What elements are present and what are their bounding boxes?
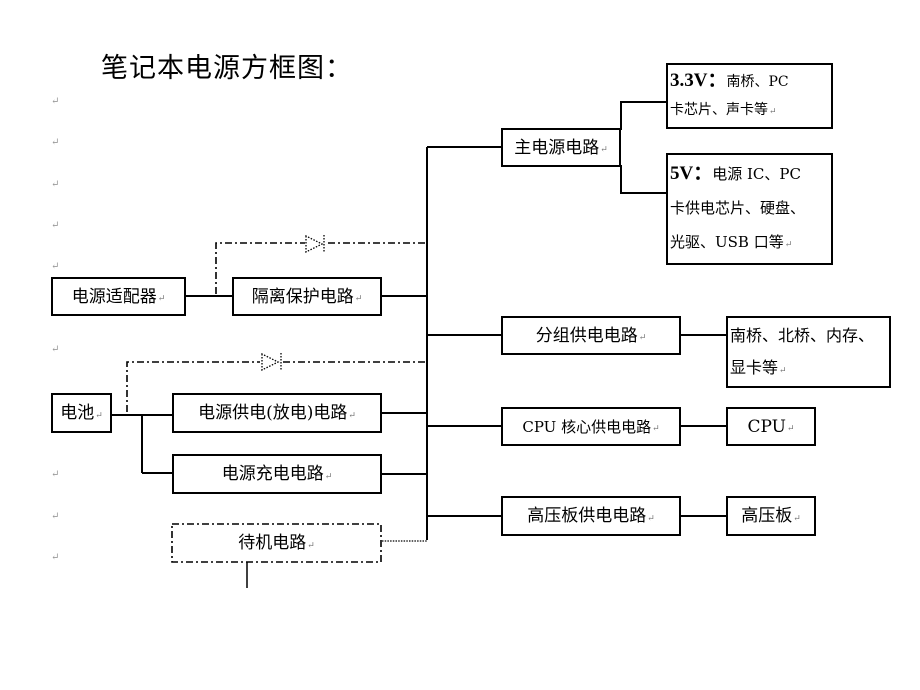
wire-main-3v3 [620,101,666,130]
rail-3v3-box: 3.3V：南桥、PC 卡芯片、声卡等↵ [666,63,833,129]
group-power-box: 分组供电电路 ↵ [501,316,681,355]
cpu-label: CPU [747,416,786,437]
paragraph-mark: ↵ [652,424,660,434]
rail-5v-text: 电源 IC、PC [712,165,801,183]
paragraph-mark: ↵ [793,514,801,524]
wire-main-5v [620,165,666,194]
charge-box: 电源充电电路 ↵ [172,454,382,494]
paragraph-mark: ↵ [348,411,356,421]
paragraph-mark: ↵ [307,541,315,551]
paragraph-mark: ↵ [157,294,166,304]
group-targets-line: 南桥、北桥、内存、 [730,326,875,345]
hv-power-label: 高压板供电电路 [527,506,647,526]
rail-3v3-text: 南桥、PC [726,74,789,90]
main-power-box: 主电源电路 ↵ [501,128,621,167]
adapter-box: 电源适配器 ↵ [51,277,186,316]
paragraph-mark: ↵ [779,366,787,376]
discharge-label: 电源供电(放电)电路 [198,403,348,423]
diode-icon [305,234,324,254]
group-targets-line: 显卡等↵ [730,352,889,387]
rail-3v3-voltage: 3.3V： [670,70,727,91]
paragraph-mark: ↵ [769,107,777,117]
cpu-core-box: CPU 核心供电电路 ↵ [501,407,681,446]
rail-5v-voltage: 5V： [670,163,713,184]
paragraph-mark: ↵ [786,424,795,434]
group-power-label: 分组供电电路 [535,325,638,346]
rail-5v-line: 卡供电芯片、硬盘、 [670,199,806,217]
rail-5v-text: 光驱、USB 口等 [670,233,784,251]
hv-power-box: 高压板供电电路 ↵ [501,496,681,536]
hv-board-box: 高压板 ↵ [726,496,816,536]
charge-label: 电源充电电路 [221,464,324,484]
standby-label: 待机电路 [238,533,307,553]
paragraph-mark: ↵ [600,145,608,155]
rail-5v-line: 光驱、USB 口等↵ [670,225,831,262]
group-targets-text: 显卡等 [730,358,779,377]
isolation-label: 隔离保护电路 [251,286,354,307]
diode-icon [261,352,280,372]
rail-5v-box: 5V：电源 IC、PC 卡供电芯片、硬盘、 光驱、USB 口等↵ [666,153,833,265]
paragraph-mark: ↵ [784,240,793,250]
standby-box: 待机电路 ↵ [173,525,380,561]
hv-board-label: 高压板 [741,506,793,526]
isolation-box: 隔离保护电路 ↵ [232,277,382,316]
paragraph-mark: ↵ [354,294,363,304]
rail-3v3-text: 卡芯片、声卡等 [670,102,768,118]
cpu-box: CPU ↵ [726,407,816,446]
group-targets-box: 南桥、北桥、内存、 显卡等↵ [726,316,891,388]
rail-3v3-line: 3.3V：南桥、PC [670,67,831,96]
paragraph-mark: ↵ [324,472,333,482]
main-power-label: 主电源电路 [514,137,600,158]
discharge-box: 电源供电(放电)电路 ↵ [172,393,382,433]
battery-label: 电池 [60,403,95,423]
battery-box: 电池 ↵ [51,393,112,433]
rail-5v-line: 5V：电源 IC、PC [670,157,831,191]
adapter-label: 电源适配器 [71,286,157,307]
rail-3v3-line: 卡芯片、声卡等↵ [670,96,831,126]
paragraph-mark: ↵ [95,411,103,421]
paragraph-mark: ↵ [638,333,647,343]
cpu-core-label: CPU 核心供电电路 [522,417,652,436]
paragraph-mark: ↵ [647,514,655,524]
